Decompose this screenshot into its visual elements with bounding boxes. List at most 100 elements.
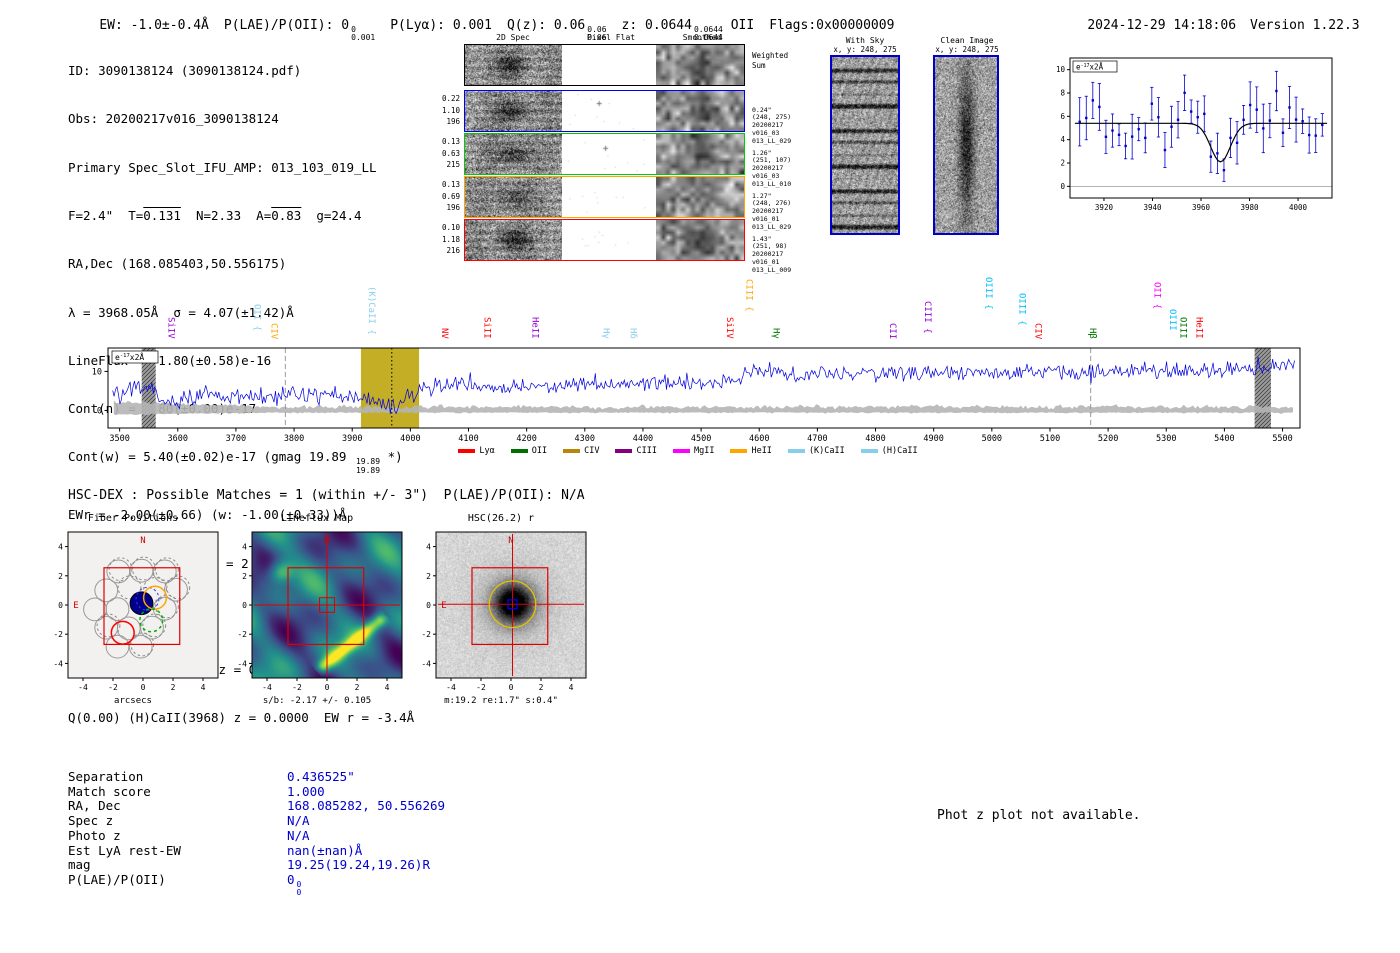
full-spectrum-plot: 3500 3600 3700 3800 3900 4000 4100 4200 4300 4400… <box>92 347 1301 444</box>
column-header-2d-spec: 2D Spec <box>496 33 530 42</box>
legend-swatch <box>563 449 581 453</box>
svg-text:-2: -2 <box>292 683 302 692</box>
emission-line-label: (K)CaII { <box>365 286 376 336</box>
emission-line-label: OII { <box>251 304 262 332</box>
cutout-frame <box>464 90 745 132</box>
svg-text:5200: 5200 <box>1098 434 1118 444</box>
svg-text:3700: 3700 <box>226 434 246 444</box>
column-header-pixel-flat: Pixel Flat <box>586 33 636 42</box>
svg-text:2: 2 <box>242 572 247 581</box>
weighted-sum-label: Weighted Sum <box>752 51 789 70</box>
svg-text:4700: 4700 <box>807 434 827 444</box>
report-version: Version 1.22.3 <box>1250 18 1360 33</box>
svg-text:4100: 4100 <box>458 434 478 444</box>
svg-text:8: 8 <box>1060 89 1065 98</box>
emission-line-label: OIII <box>1167 309 1178 332</box>
svg-text:N: N <box>508 536 513 546</box>
emission-line-label: CII <box>886 322 897 340</box>
svg-text:-2: -2 <box>476 683 486 692</box>
smoothed-image <box>656 220 744 260</box>
svg-text:2: 2 <box>58 572 63 581</box>
cutout-row-fiber: 0.13 0.63 215 1.26" (251, 107) 20200217 v016_… <box>436 133 816 188</box>
legend-swatch <box>730 449 748 453</box>
elixer-report-page: EW: -1.0±-0.4Å P(LAE)/P(OII): 0 0 0.001 P(Ly… <box>0 0 1400 953</box>
cutout-frame <box>464 44 745 86</box>
pixel-flat-image <box>564 134 654 174</box>
info-line-obs: Obs: 20200217v016_3090138124 <box>68 111 279 127</box>
emission-line-label: CIV <box>268 322 279 340</box>
clean-image-panel <box>933 55 999 235</box>
legend-item: Lyα <box>458 446 495 456</box>
svg-text:3500: 3500 <box>109 434 129 444</box>
table-row: RA, Dec 168.085282, 50.556269 <box>68 798 446 814</box>
svg-text:-2: -2 <box>237 630 247 639</box>
2d-spec-image <box>465 91 562 131</box>
svg-text:5000: 5000 <box>982 434 1002 444</box>
svg-text:-4: -4 <box>237 659 247 668</box>
report-header-right: 2024-12-29 14:18:06 Version 1.22.3 <box>1056 3 1360 48</box>
svg-text:e-17x2Å: e-17x2Å <box>1076 63 1104 72</box>
2d-spec-image <box>465 177 562 217</box>
svg-text:4: 4 <box>242 543 247 552</box>
emission-line-label: SiII <box>481 317 492 340</box>
svg-text:4: 4 <box>58 543 63 552</box>
emission-line-label: OIII { <box>982 276 993 310</box>
emission-line-label: SiIV <box>724 317 735 340</box>
emission-line-label: NV <box>439 328 450 340</box>
info-line-radec: RA,Dec (168.085403,50.556175) <box>68 256 287 272</box>
table-row: Match score 1.000 <box>68 783 325 799</box>
svg-text:3800: 3800 <box>284 434 304 444</box>
svg-text:2: 2 <box>426 572 431 581</box>
svg-text:0: 0 <box>426 601 431 610</box>
svg-text:4500: 4500 <box>691 434 711 444</box>
svg-text:3960: 3960 <box>1192 203 1211 212</box>
emission-line-label: HeII <box>1193 317 1204 340</box>
legend-swatch <box>510 449 528 453</box>
svg-text:e-17x2Å: e-17x2Å <box>115 351 144 362</box>
fiber-annotation: 1.43" (251, 98) 20200217 v016_01 013_LL_009 <box>752 234 792 274</box>
svg-text:4: 4 <box>569 683 574 692</box>
svg-text:0: 0 <box>97 406 102 416</box>
with-sky-image <box>832 57 898 233</box>
pixel-flat-image <box>564 45 654 85</box>
qz-summary: Q(z): 0.06 0.06 0.06 <box>506 18 607 43</box>
svg-text:3600: 3600 <box>168 434 188 444</box>
legend-swatch <box>860 449 878 453</box>
fiber-stats: 0.22 1.10 196 <box>441 94 460 126</box>
svg-text:E: E <box>73 601 78 611</box>
svg-text:4600: 4600 <box>749 434 769 444</box>
svg-text:4000: 4000 <box>400 434 420 444</box>
catalog-match-table: Separation 0.436525" Match score 1.000 RA,… <box>68 769 446 898</box>
hscdex-header: HSC-DEX : Possible Matches = 1 (within +… <box>68 488 585 503</box>
emission-line-label: CIII { <box>921 300 932 334</box>
lineflux-map-overlay: -4 -4 -2 -2 0 0 2 2 4 4 N <box>237 531 403 692</box>
svg-text:3900: 3900 <box>342 434 362 444</box>
with-sky-title: With Sky <box>845 36 885 45</box>
svg-text:N: N <box>324 536 329 546</box>
svg-text:-4: -4 <box>78 683 88 692</box>
info-line-q: Q(0.00) (H)CaII(3968) z = 0.0000 EW r = … <box>68 710 415 726</box>
2d-spec-image <box>465 220 562 260</box>
table-row: Spec z N/A <box>68 813 310 829</box>
svg-text:5500: 5500 <box>1272 434 1292 444</box>
svg-text:-2: -2 <box>108 683 118 692</box>
svg-text:0: 0 <box>1060 182 1065 191</box>
with-sky-panel <box>830 55 900 235</box>
svg-text:E: E <box>441 601 446 611</box>
svg-text:5400: 5400 <box>1214 434 1234 444</box>
legend-item: HeII <box>730 446 772 456</box>
emission-line-label: SiIV <box>165 317 176 340</box>
z-summary: z: 0.0644 0.0644 0.0644 OII <box>621 18 755 43</box>
svg-text:-4: -4 <box>446 683 456 692</box>
emission-line-label: CIII { <box>743 278 754 312</box>
svg-text:0: 0 <box>325 683 330 692</box>
svg-text:5100: 5100 <box>1040 434 1060 444</box>
emission-line-label: HeII <box>529 317 540 340</box>
svg-text:0: 0 <box>58 601 63 610</box>
clean-image <box>935 57 997 233</box>
svg-text:-4: -4 <box>262 683 272 692</box>
svg-text:4000: 4000 <box>1289 203 1308 212</box>
emission-line-label: Hδ <box>627 328 638 340</box>
table-row: mag 19.25(19.24,19.26)R <box>68 857 430 873</box>
svg-text:10: 10 <box>92 367 102 377</box>
